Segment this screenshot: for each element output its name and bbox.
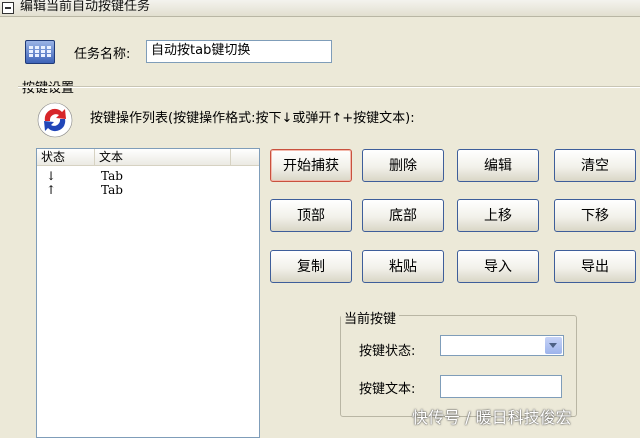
list-header: 状态 文本 [37, 149, 259, 166]
list-item-state: ↓ [46, 169, 57, 183]
key-text-label: 按键文本: [359, 382, 416, 397]
move-down-button[interactable]: 下移 [554, 199, 636, 232]
move-up-button[interactable]: 上移 [457, 199, 539, 232]
title-bar: 编辑当前自动按键任务 [0, 0, 640, 17]
move-to-bottom-button[interactable]: 底部 [362, 199, 444, 232]
export-button[interactable]: 导出 [554, 250, 636, 283]
delete-button[interactable]: 删除 [362, 149, 444, 182]
chevron-down-icon[interactable] [545, 337, 562, 354]
clear-button[interactable]: 清空 [554, 149, 636, 182]
move-to-top-button[interactable]: 顶部 [270, 199, 352, 232]
window-menu-icon[interactable] [2, 2, 14, 14]
key-state-select[interactable] [440, 335, 564, 356]
window-title: 编辑当前自动按键任务 [20, 0, 151, 14]
list-item-text: Tab [101, 169, 123, 183]
key-list-caption: 按键操作列表(按键操作格式:按下↓或弹开↑+按键文本): [90, 111, 415, 126]
key-state-label: 按键状态: [359, 344, 416, 359]
import-button[interactable]: 导入 [457, 250, 539, 283]
list-item[interactable]: ↓ Tab [37, 169, 259, 183]
start-capture-button[interactable]: 开始捕获 [270, 149, 352, 182]
edit-button[interactable]: 编辑 [457, 149, 539, 182]
refresh-icon [37, 102, 73, 138]
task-name-input[interactable]: 自动按tab键切换 [146, 40, 332, 63]
list-item-state: ↑ [46, 183, 57, 197]
paste-button[interactable]: 粘贴 [362, 250, 444, 283]
key-text-input[interactable] [440, 375, 562, 398]
list-item[interactable]: ↑ Tab [37, 183, 259, 197]
current-key-group-title: 当前按键 [341, 308, 400, 327]
current-key-group [340, 315, 577, 417]
copy-button[interactable]: 复制 [270, 250, 352, 283]
column-header-text[interactable]: 文本 [95, 149, 231, 165]
watermark: 快传号 / 暖日科技俊宏 [412, 408, 572, 427]
key-operation-list[interactable]: 状态 文本 ↓ Tab ↑ Tab [36, 148, 260, 438]
keyboard-icon [25, 40, 55, 64]
column-header-state[interactable]: 状态 [37, 149, 95, 165]
task-name-label: 任务名称: [74, 47, 131, 62]
list-item-text: Tab [101, 183, 123, 197]
